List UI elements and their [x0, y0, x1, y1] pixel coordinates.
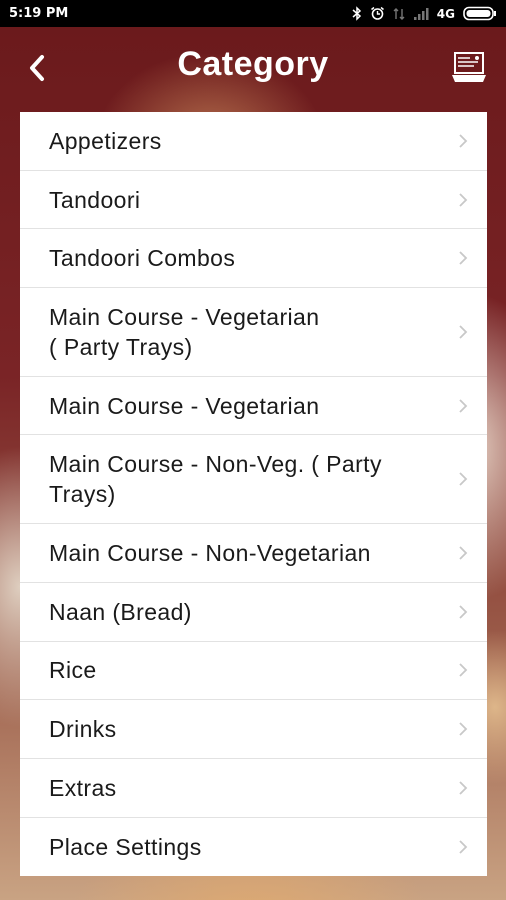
category-item[interactable]: Drinks [20, 700, 487, 759]
category-item[interactable]: Tandoori [20, 171, 487, 230]
category-item[interactable]: Naan (Bread) [20, 583, 487, 642]
status-icons: 4G [352, 6, 497, 21]
category-item[interactable]: Extras [20, 759, 487, 818]
chevron-right-icon [459, 546, 468, 560]
category-item[interactable]: Main Course - Vegetarian [20, 377, 487, 436]
chevron-right-icon [459, 840, 468, 854]
chevron-right-icon [459, 325, 468, 339]
category-label: Extras [49, 774, 117, 801]
category-item[interactable]: Place Settings [20, 818, 487, 877]
category-item[interactable]: Main Course - Non-Veg. ( Party Trays) [20, 435, 487, 525]
category-item[interactable]: Appetizers [20, 112, 487, 171]
category-label: Main Course - Vegetarian( Party Trays) [49, 303, 320, 360]
category-label: Rice [49, 657, 97, 684]
chevron-right-icon [459, 722, 468, 736]
status-time: 5:19 PM [9, 6, 69, 21]
category-label: Naan (Bread) [49, 598, 192, 625]
category-item[interactable]: Tandoori Combos [20, 229, 487, 289]
chevron-right-icon [459, 605, 468, 619]
alarm-icon [370, 6, 384, 20]
category-item[interactable]: Main Course - Vegetarian( Party Trays) [20, 288, 487, 377]
chevron-right-icon [459, 192, 468, 207]
category-label: Tandoori [49, 186, 141, 213]
page-title: Category [177, 45, 329, 83]
category-label: Drinks [49, 716, 117, 743]
category-label: Main Course - Non-Veg. ( Party Trays) [49, 451, 382, 508]
chevron-right-icon [459, 663, 468, 677]
data-arrows-icon [393, 7, 405, 20]
category-item[interactable]: Main Course - Non-Vegetarian [20, 524, 487, 583]
network-type: 4G [436, 6, 455, 21]
signal-icon [413, 7, 429, 20]
category-label: Main Course - Vegetarian [49, 392, 320, 419]
category-label: Main Course - Non-Vegetarian [49, 539, 371, 566]
status-bar: 5:19 PM 4G [0, 0, 506, 27]
header: Category [0, 27, 506, 112]
chevron-right-icon [459, 134, 468, 148]
chevron-right-icon [459, 781, 468, 795]
category-label: Tandoori Combos [49, 245, 236, 272]
category-label: Place Settings [49, 833, 202, 860]
chevron-right-icon [459, 472, 468, 486]
menu-board-button[interactable] [450, 51, 488, 85]
category-item[interactable]: Rice [20, 642, 487, 701]
chevron-right-icon [459, 398, 468, 413]
bluetooth-icon [352, 6, 361, 21]
category-list: Appetizers Tandoori Tandoori Combos Main Co… [20, 112, 487, 877]
chevron-right-icon [459, 251, 468, 265]
battery-icon [463, 6, 496, 21]
category-label: Appetizers [49, 127, 162, 154]
menu-board-icon [452, 52, 486, 82]
